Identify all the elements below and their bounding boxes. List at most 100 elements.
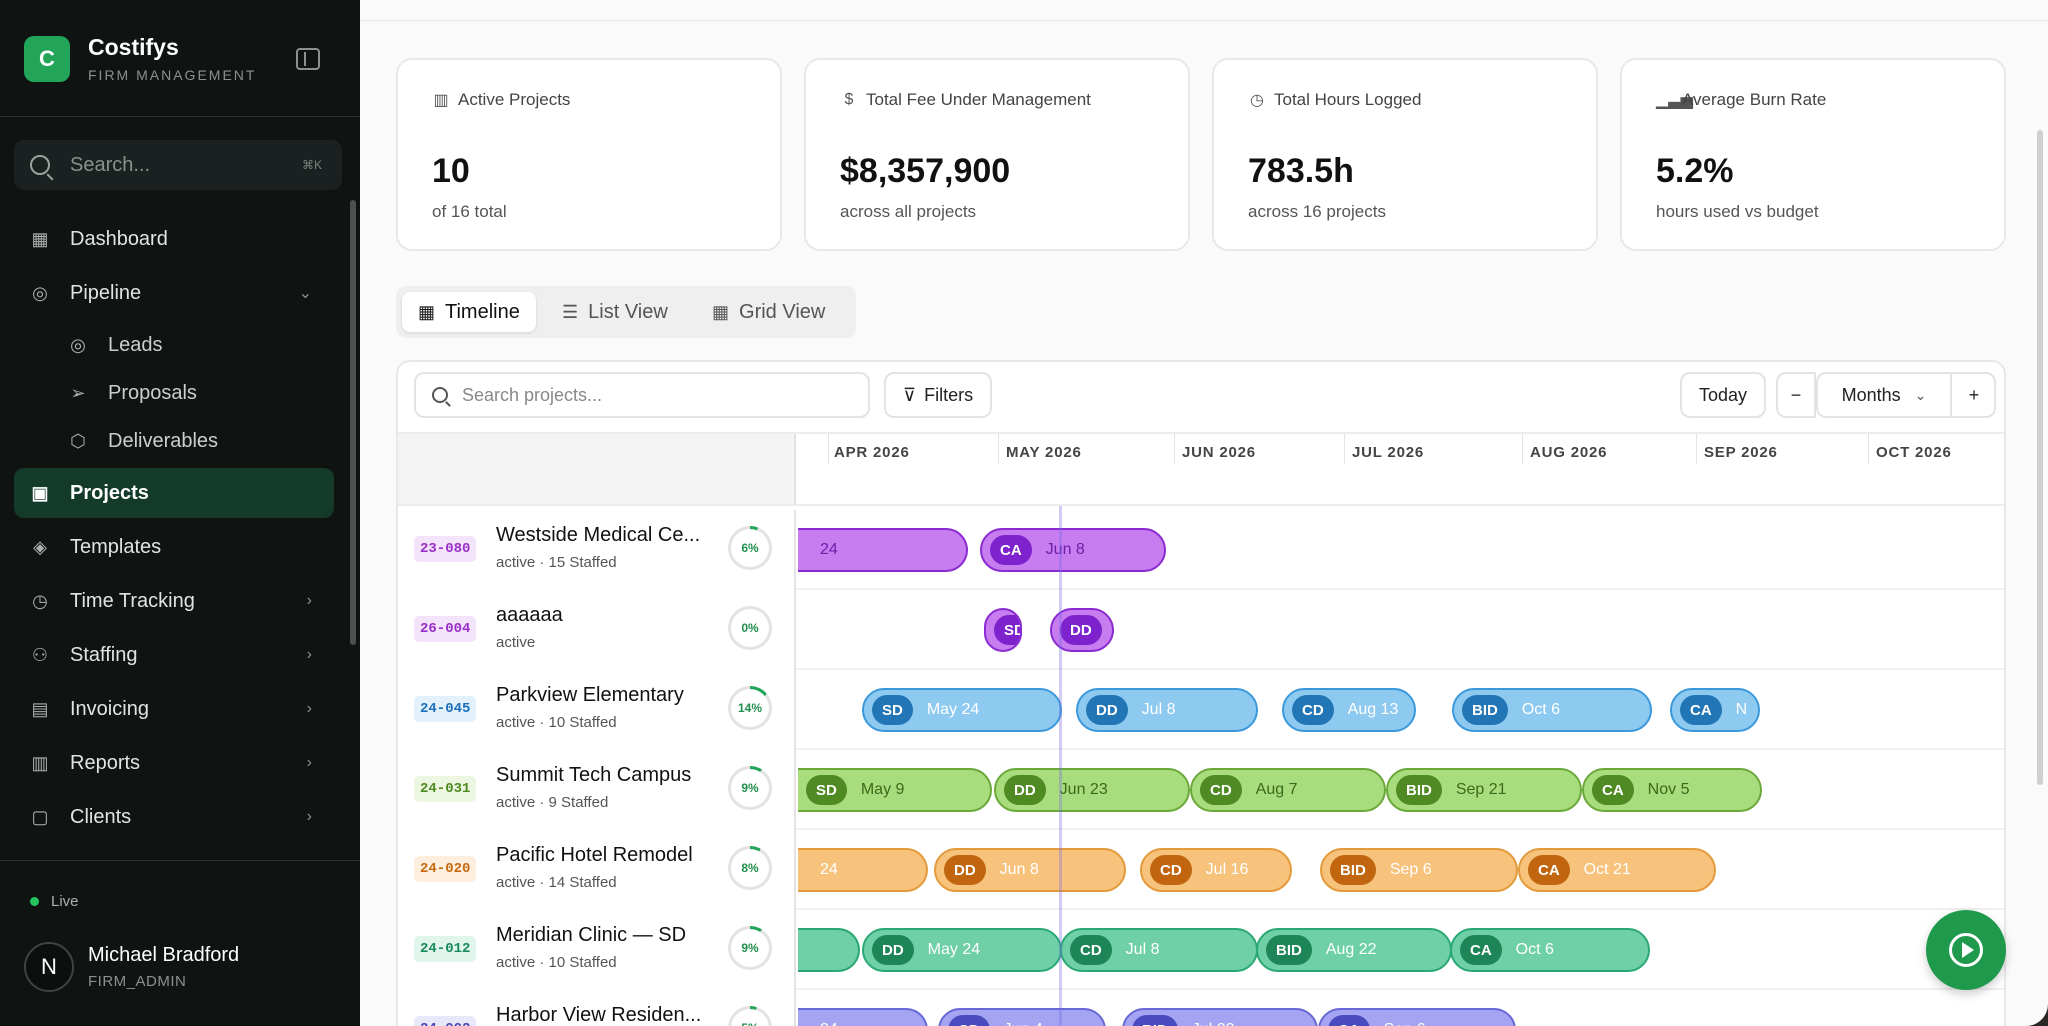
sidebar-item-pipeline[interactable]: ◎ Pipeline ⌄ — [14, 268, 334, 318]
project-name[interactable]: Parkview Elementary — [496, 684, 684, 707]
phase-bar[interactable]: 24 — [798, 1008, 928, 1026]
phase-bar[interactable]: CA Jun 8 — [980, 528, 1166, 572]
zoom-out-button[interactable]: − — [1776, 372, 1816, 418]
phase-bar[interactable]: CD Aug 7 — [1190, 768, 1386, 812]
tab-list-view[interactable]: ☰ List View — [546, 292, 684, 332]
project-info[interactable]: 24-002 Harbor View Residen... 5% — [398, 990, 796, 1026]
project-name[interactable]: Pacific Hotel Remodel — [496, 844, 693, 867]
today-button[interactable]: Today — [1680, 372, 1766, 418]
phase-bar[interactable]: DD Jun 23 — [994, 768, 1190, 812]
phase-bar[interactable]: DD Jun 8 — [934, 848, 1126, 892]
user-role: FIRM_ADMIN — [88, 973, 187, 990]
sidebar-item-proposals[interactable]: ➢ Proposals — [52, 368, 332, 418]
phase-bar[interactable]: CA N — [1670, 688, 1760, 732]
scale-value[interactable]: Months ⌄ — [1818, 374, 1950, 416]
stat-sub: of 16 total — [432, 202, 507, 221]
project-name[interactable]: Meridian Clinic — SD — [496, 924, 686, 947]
phase-bar[interactable]: 24 — [798, 528, 968, 572]
stat-label: Total Hours Logged — [1274, 90, 1422, 109]
project-info[interactable]: 24-045 Parkview Elementary active · 10 Sta… — [398, 670, 796, 750]
phase-bar[interactable]: BID Oct 6 — [1452, 688, 1652, 732]
zoom-in-button[interactable]: + — [1952, 374, 1996, 416]
project-row[interactable]: 26-004 aaaaaa active 0% SD DD — [398, 590, 2004, 670]
phase-bar[interactable]: BID Aug 22 — [1256, 928, 1452, 972]
phase-bar[interactable]: BID Sep 21 — [1386, 768, 1582, 812]
project-info[interactable]: 24-020 Pacific Hotel Remodel active · 14 S… — [398, 830, 796, 910]
sidebar-item-dashboard[interactable]: ▦ Dashboard — [14, 214, 334, 264]
brand[interactable]: C Costifys FIRM MANAGEMENT — [24, 34, 256, 83]
project-column-header — [398, 434, 796, 504]
folder-icon: ▣ — [31, 482, 49, 503]
project-name[interactable]: Summit Tech Campus — [496, 764, 691, 787]
project-row[interactable]: 23-080 Westside Medical Ce... active · 15 … — [398, 510, 2004, 590]
phase-bar[interactable]: CD Aug 13 — [1282, 688, 1416, 732]
project-name[interactable]: Westside Medical Ce... — [496, 524, 700, 547]
project-search[interactable] — [414, 372, 870, 418]
brand-subtitle: FIRM MANAGEMENT — [88, 67, 257, 83]
filters-button[interactable]: ⊽ Filters — [884, 372, 992, 418]
phase-bar[interactable]: CA Sep 6 — [1318, 1008, 1516, 1026]
sidebar-item-time-tracking[interactable]: ◷ Time Tracking › — [14, 576, 334, 626]
project-row[interactable]: 24-020 Pacific Hotel Remodel active · 14 S… — [398, 830, 2004, 910]
sidebar-item-projects[interactable]: ▣ Projects — [14, 468, 334, 518]
phase-bar[interactable]: 24 — [798, 848, 928, 892]
sidebar-item-staffing[interactable]: ⚇ Staffing › — [14, 630, 334, 680]
stat-value: 10 — [432, 152, 470, 190]
project-row[interactable]: 24-002 Harbor View Residen... 5% 24 CD Jun 4 B… — [398, 990, 2004, 1026]
phase-bar[interactable]: BID Jul 23 — [1122, 1008, 1318, 1026]
sidebar-item-leads[interactable]: ◎ Leads — [52, 320, 332, 370]
sidebar-scrollbar[interactable] — [350, 200, 356, 645]
phase-bar[interactable]: CD Jul 8 — [1060, 928, 1258, 972]
phase-bar[interactable]: CD Jun 4 — [938, 1008, 1106, 1026]
phase-bar[interactable]: SD May 24 — [862, 688, 1062, 732]
phase-bar[interactable]: DD May 24 — [862, 928, 1062, 972]
sidebar-item-label: Proposals — [108, 381, 197, 404]
month-label: OCT 2026 — [1876, 444, 1952, 461]
sidebar-search[interactable]: Search... ⌘K — [14, 140, 342, 190]
project-name[interactable]: aaaaaa — [496, 604, 563, 627]
project-info[interactable]: 24-031 Summit Tech Campus active · 9 Staff… — [398, 750, 796, 830]
main-scrollbar[interactable] — [2037, 130, 2043, 785]
project-info[interactable]: 24-012 Meridian Clinic — SD active · 10 St… — [398, 910, 796, 990]
project-search-input[interactable] — [462, 384, 842, 406]
divider — [0, 116, 360, 117]
file-icon: ▤ — [31, 698, 49, 719]
send-icon: ➢ — [70, 382, 86, 403]
phase-bar[interactable]: SD — [984, 608, 1022, 652]
phase-date: Sep 6 — [1389, 861, 1432, 878]
project-name[interactable]: Harbor View Residen... — [496, 1004, 701, 1026]
phase-bar[interactable]: CA Oct 21 — [1518, 848, 1716, 892]
sidebar-item-reports[interactable]: ▥ Reports › — [14, 738, 334, 788]
divider — [360, 20, 2048, 21]
scale-select[interactable]: Months ⌄ + — [1816, 372, 1996, 418]
phase-bar[interactable]: DD Jul 8 — [1076, 688, 1258, 732]
phase-date: Oct 6 — [1521, 701, 1561, 718]
phase-date: Sep 21 — [1455, 781, 1507, 798]
phase-bar[interactable]: BID Sep 6 — [1320, 848, 1518, 892]
chevron-right-icon: › — [306, 646, 312, 663]
phase-bar[interactable]: CA Nov 5 — [1582, 768, 1762, 812]
phase-bar[interactable] — [798, 928, 860, 972]
project-info[interactable]: 26-004 aaaaaa active 0% — [398, 590, 796, 670]
stat-sub: hours used vs budget — [1656, 202, 1819, 221]
project-meta: active · 10 Staffed — [496, 714, 617, 731]
start-timer-button[interactable] — [1926, 910, 2006, 990]
sidebar-collapse-icon[interactable] — [296, 48, 320, 70]
tab-timeline[interactable]: ▦ Timeline — [402, 292, 536, 332]
tab-grid-view[interactable]: ▦ Grid View — [696, 292, 841, 332]
scale-label: Months — [1841, 384, 1901, 405]
user-profile[interactable]: N Michael Bradford FIRM_ADMIN — [24, 942, 239, 992]
sidebar-item-clients[interactable]: ▢ Clients › — [14, 792, 334, 842]
project-row[interactable]: 24-012 Meridian Clinic — SD active · 10 St… — [398, 910, 2004, 990]
phase-bar[interactable]: SD May 9 — [798, 768, 992, 812]
sidebar-item-deliverables[interactable]: ⬡ Deliverables — [52, 416, 332, 466]
project-row[interactable]: 24-045 Parkview Elementary active · 10 Sta… — [398, 670, 2004, 750]
phase-bar[interactable]: CD Jul 16 — [1140, 848, 1292, 892]
project-info[interactable]: 23-080 Westside Medical Ce... active · 15 … — [398, 510, 796, 590]
progress-value: 5% — [731, 1009, 769, 1026]
project-row[interactable]: 24-031 Summit Tech Campus active · 9 Staff… — [398, 750, 2004, 830]
phase-bar[interactable]: CA Oct 6 — [1450, 928, 1650, 972]
sidebar-item-invoicing[interactable]: ▤ Invoicing › — [14, 684, 334, 734]
sidebar-item-templates[interactable]: ◈ Templates — [14, 522, 334, 572]
phase-date: Jul 8 — [1141, 701, 1176, 718]
